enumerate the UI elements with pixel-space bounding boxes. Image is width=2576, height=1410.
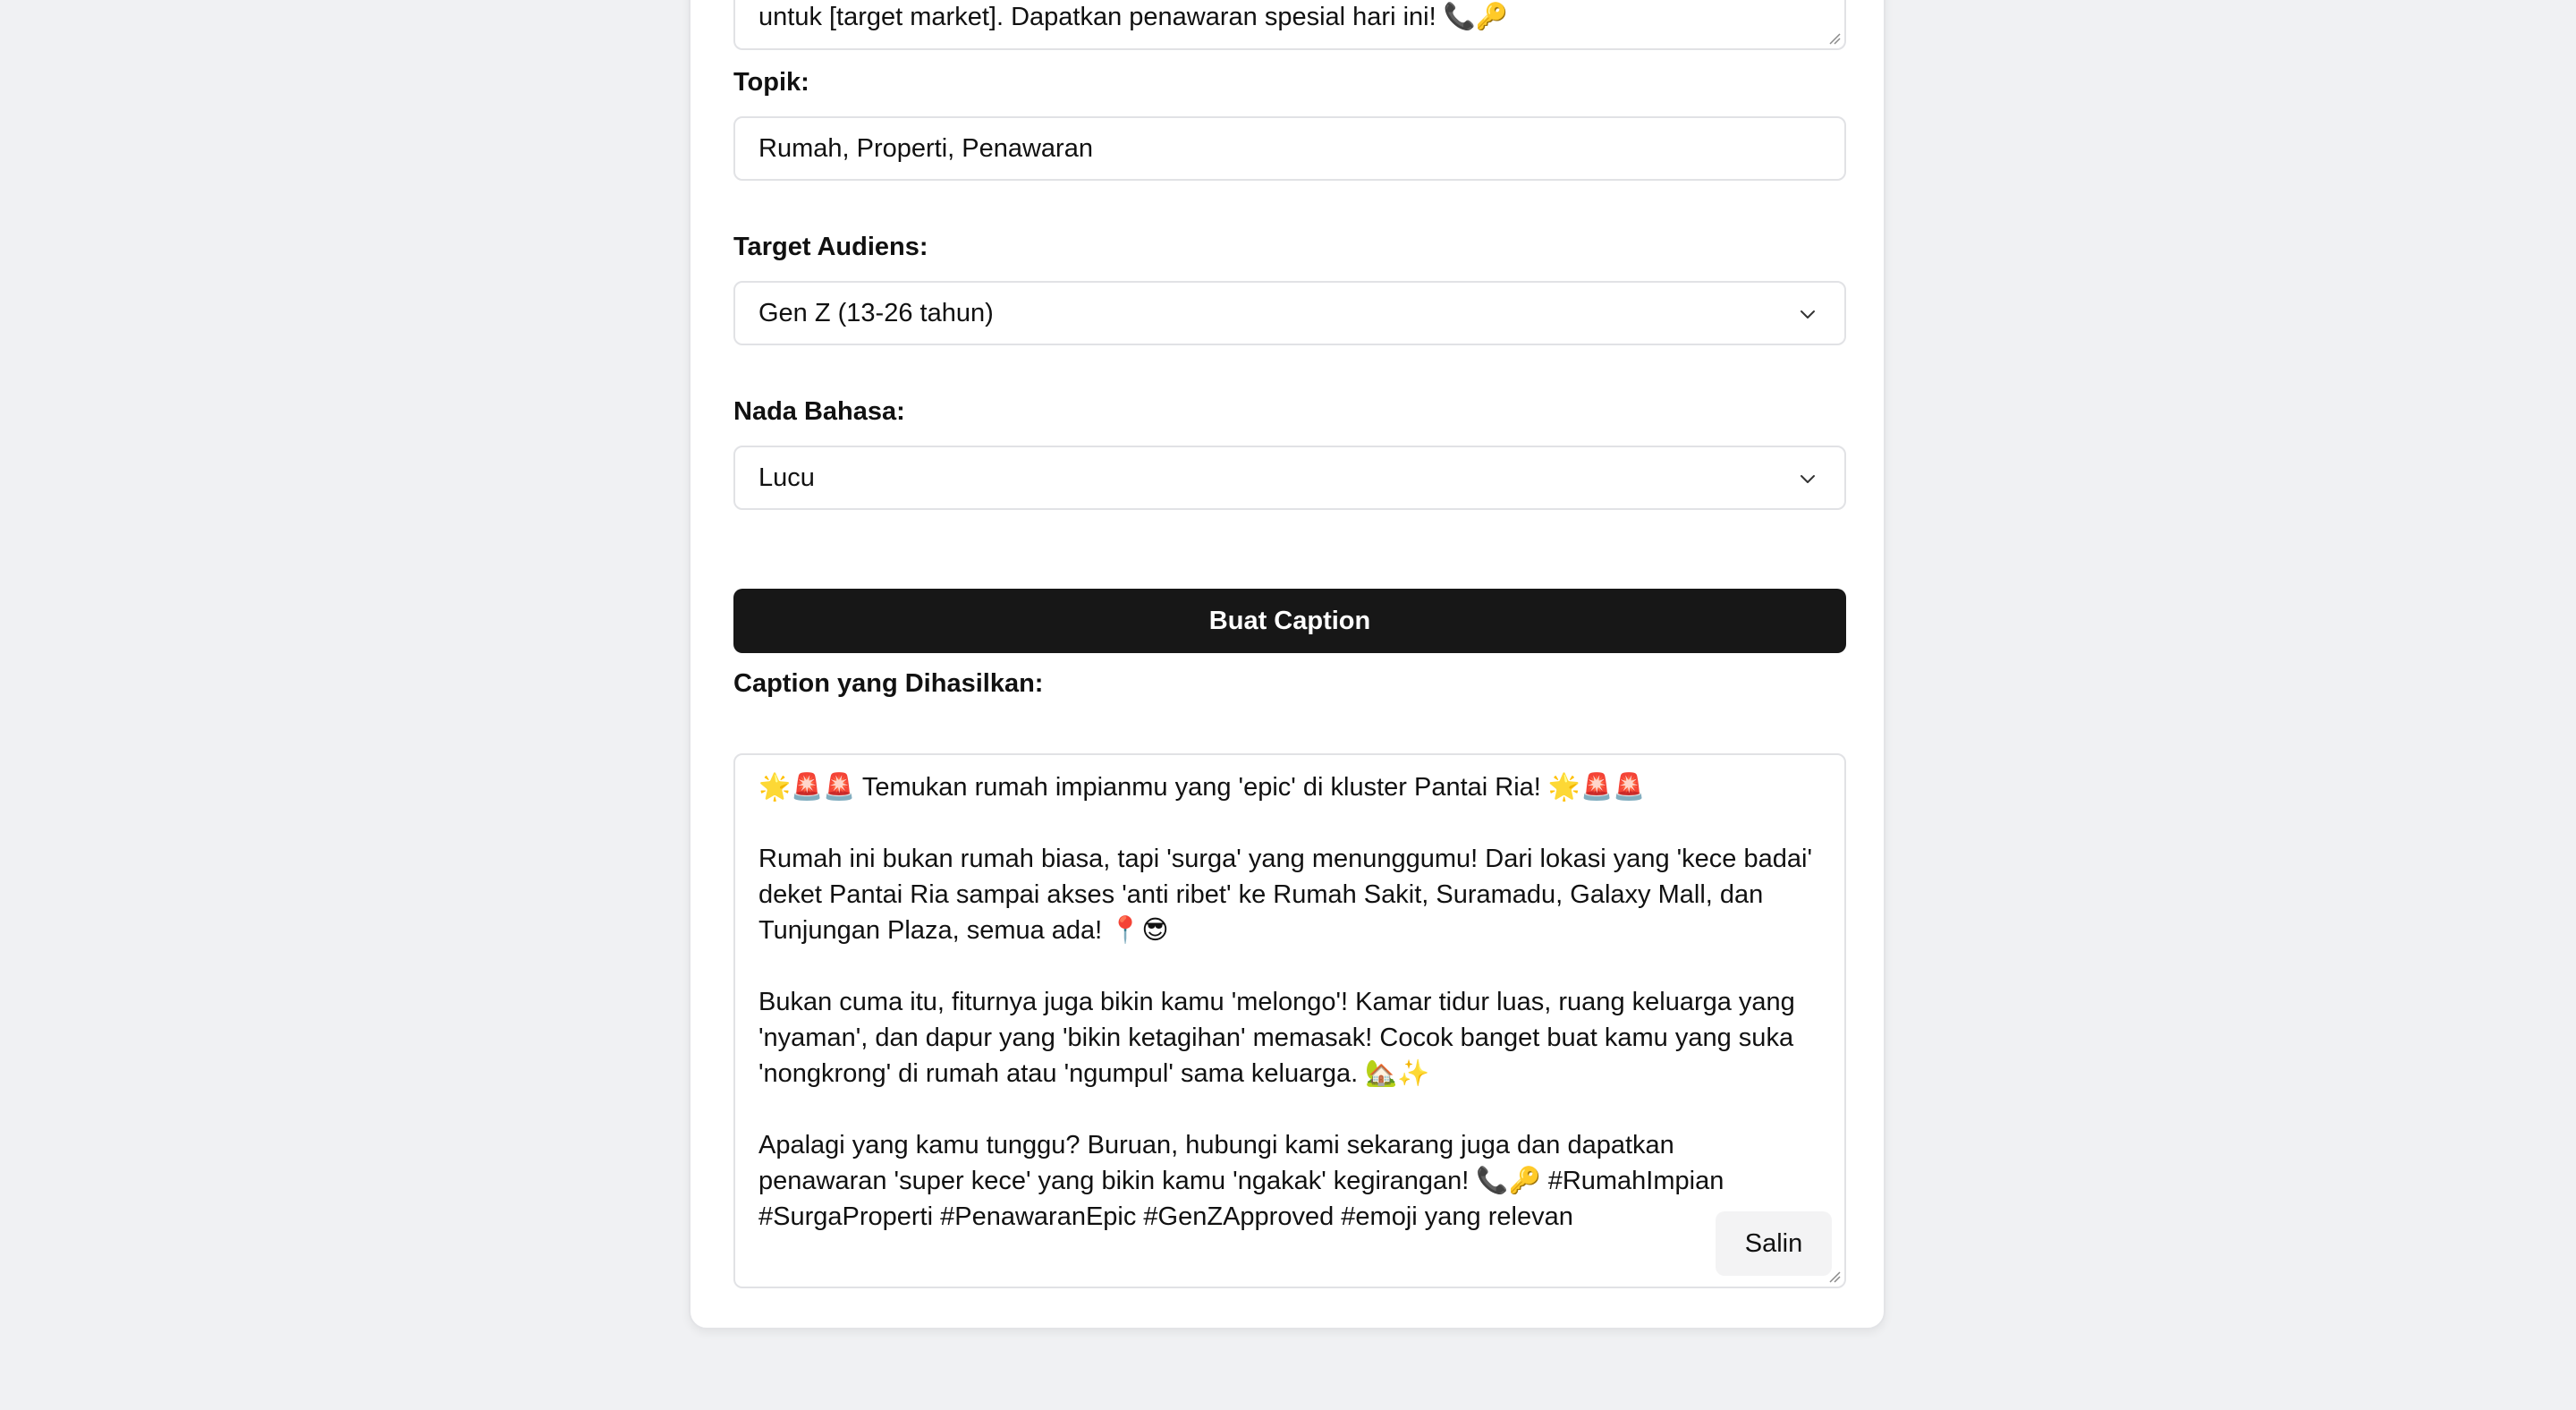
caption-paragraph: Bukan cuma itu, fiturnya juga bikin kamu…	[758, 988, 1795, 1088]
caption-paragraph: 🌟🚨🚨 Temukan rumah impianmu yang 'epic' d…	[758, 773, 1646, 802]
topic-value: Rumah, Properti, Penawaran	[758, 134, 1093, 163]
chevron-down-icon	[1801, 475, 1815, 483]
topic-label: Topik:	[733, 68, 809, 97]
resize-grip-icon[interactable]	[1828, 32, 1841, 45]
topic-input[interactable]: Rumah, Properti, Penawaran	[733, 116, 1846, 181]
caption-output-textarea[interactable]: 🌟🚨🚨 Temukan rumah impianmu yang 'epic' d…	[733, 753, 1846, 1288]
description-textarea[interactable]: untuk [target market]. Dapatkan penawara…	[733, 0, 1846, 50]
tone-select[interactable]: Lucu	[733, 446, 1846, 510]
caption-paragraph: Apalagi yang kamu tunggu? Buruan, hubung…	[758, 1131, 1724, 1231]
resize-grip-icon[interactable]	[1828, 1270, 1841, 1283]
caption-generator-card: untuk [target market]. Dapatkan penawara…	[689, 0, 1885, 1329]
audience-label: Target Audiens:	[733, 233, 928, 261]
copy-button[interactable]: Salin	[1716, 1211, 1832, 1276]
tone-value: Lucu	[758, 463, 815, 492]
caption-paragraph: Rumah ini bukan rumah biasa, tapi 'surga…	[758, 845, 1812, 945]
audience-select[interactable]: Gen Z (13-26 tahun)	[733, 281, 1846, 345]
tone-label: Nada Bahasa:	[733, 397, 905, 426]
audience-value: Gen Z (13-26 tahun)	[758, 299, 994, 327]
chevron-down-icon	[1801, 310, 1815, 319]
output-label: Caption yang Dihasilkan:	[733, 669, 1044, 698]
generate-caption-button[interactable]: Buat Caption	[733, 589, 1846, 653]
description-text: untuk [target market]. Dapatkan penawara…	[758, 3, 1508, 31]
